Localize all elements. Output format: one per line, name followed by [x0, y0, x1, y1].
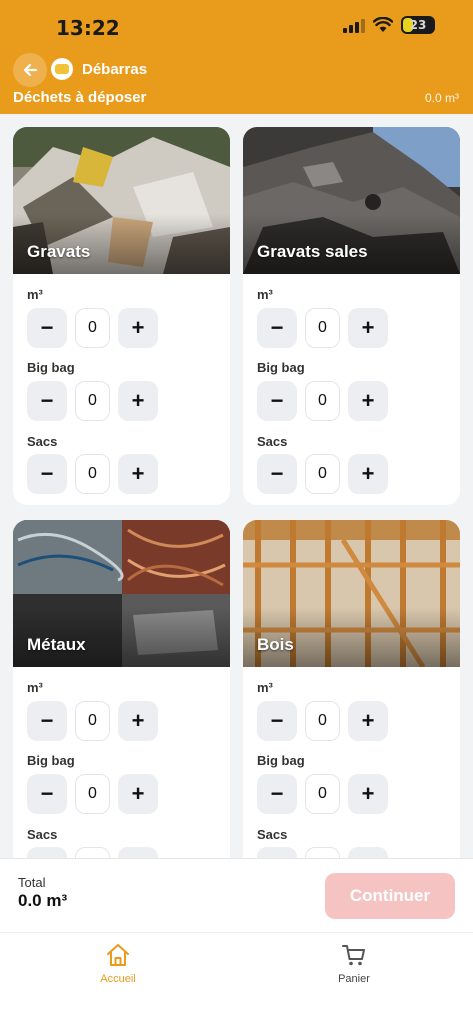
- quantity-stepper-big-bag: − 0 +: [257, 774, 388, 814]
- waste-card-title: Gravats: [27, 242, 91, 261]
- unit-label-big-bag: Big bag: [257, 360, 305, 375]
- quantity-stepper-m3: − 0 +: [27, 701, 158, 741]
- waste-card-title: Métaux: [27, 635, 86, 654]
- unit-label-sacs: Sacs: [257, 827, 288, 842]
- quantity-stepper-sacs: − 0 +: [257, 454, 388, 494]
- increment-button[interactable]: +: [118, 308, 158, 348]
- signal-icon: [343, 17, 365, 33]
- unit-label-m3: m³: [27, 680, 43, 695]
- quantity-stepper-big-bag: − 0 +: [27, 774, 158, 814]
- unit-label-big-bag: Big bag: [27, 360, 75, 375]
- app-header: 13:22 23 Débarras Déchets à déposer 0.0 …: [0, 0, 473, 114]
- increment-button[interactable]: +: [118, 774, 158, 814]
- quantity-stepper-m3: − 0 +: [27, 308, 158, 348]
- home-icon: [107, 944, 129, 966]
- quantity-value[interactable]: 0: [75, 381, 110, 421]
- waste-card-metaux: Métaux m³ − 0 + Big bag − 0 + Sacs − 0 +: [13, 520, 230, 858]
- page-title: Débarras: [82, 61, 148, 78]
- tab-label: Accueil: [100, 973, 136, 985]
- decrement-button[interactable]: −: [257, 454, 297, 494]
- unit-label-big-bag: Big bag: [27, 753, 75, 768]
- unit-label-m3: m³: [27, 287, 43, 302]
- unit-label-sacs: Sacs: [27, 434, 58, 449]
- quantity-value[interactable]: 0: [305, 774, 340, 814]
- continue-button[interactable]: Continuer: [325, 873, 455, 919]
- tab-label: Panier: [338, 973, 370, 985]
- quantity-stepper-sacs: − 0 +: [257, 847, 388, 858]
- waste-card-bois: Bois m³ − 0 + Big bag − 0 + Sacs − 0 +: [243, 520, 460, 858]
- decrement-button[interactable]: −: [27, 847, 67, 858]
- status-time: 13:22: [56, 16, 120, 40]
- increment-button[interactable]: +: [348, 847, 388, 858]
- quantity-value[interactable]: 0: [75, 308, 110, 348]
- order-summary-bar: Total 0.0 m³ Continuer: [0, 858, 473, 932]
- quantity-value[interactable]: 0: [75, 847, 110, 858]
- increment-button[interactable]: +: [118, 701, 158, 741]
- page-subtitle: Déchets à déposer: [13, 89, 147, 106]
- decrement-button[interactable]: −: [27, 308, 67, 348]
- increment-button[interactable]: +: [348, 381, 388, 421]
- waste-card-title: Bois: [257, 635, 294, 654]
- decrement-button[interactable]: −: [27, 701, 67, 741]
- total-label: Total: [18, 875, 46, 890]
- quantity-stepper-sacs: − 0 +: [27, 847, 158, 858]
- decrement-button[interactable]: −: [257, 847, 297, 858]
- tab-accueil[interactable]: Accueil: [58, 941, 178, 985]
- unit-label-m3: m³: [257, 680, 273, 695]
- decrement-button[interactable]: −: [257, 774, 297, 814]
- quantity-stepper-big-bag: − 0 +: [27, 381, 158, 421]
- increment-button[interactable]: +: [348, 774, 388, 814]
- increment-button[interactable]: +: [118, 847, 158, 858]
- total-value: 0.0 m³: [18, 891, 68, 910]
- quantity-stepper-m3: − 0 +: [257, 701, 388, 741]
- wifi-icon: [373, 17, 393, 32]
- arrow-left-icon: [23, 63, 38, 77]
- waste-grid: Gravats m³ − 0 + Big bag − 0 + Sacs − 0 …: [0, 114, 473, 858]
- quantity-value[interactable]: 0: [305, 381, 340, 421]
- decrement-button[interactable]: −: [257, 701, 297, 741]
- quantity-value[interactable]: 0: [305, 308, 340, 348]
- quantity-value[interactable]: 0: [75, 774, 110, 814]
- increment-button[interactable]: +: [118, 454, 158, 494]
- decrement-button[interactable]: −: [257, 308, 297, 348]
- volume-total: 0.0 m³: [424, 91, 459, 105]
- battery-level: 23: [409, 18, 427, 32]
- decrement-button[interactable]: −: [27, 774, 67, 814]
- quantity-value[interactable]: 0: [305, 847, 340, 858]
- decrement-button[interactable]: −: [27, 454, 67, 494]
- unit-label-m3: m³: [257, 287, 273, 302]
- decrement-button[interactable]: −: [257, 381, 297, 421]
- tab-panier[interactable]: Panier: [294, 941, 414, 985]
- unit-label-big-bag: Big bag: [257, 753, 305, 768]
- increment-button[interactable]: +: [348, 701, 388, 741]
- quantity-stepper-m3: − 0 +: [257, 308, 388, 348]
- increment-button[interactable]: +: [348, 308, 388, 348]
- cart-icon: [342, 945, 365, 966]
- decrement-button[interactable]: −: [27, 381, 67, 421]
- battery-icon: 23: [401, 16, 435, 34]
- unit-label-sacs: Sacs: [257, 434, 288, 449]
- company-logo: [51, 58, 73, 80]
- waste-card-gravats: Gravats m³ − 0 + Big bag − 0 + Sacs − 0 …: [13, 127, 230, 505]
- increment-button[interactable]: +: [118, 381, 158, 421]
- back-button[interactable]: [13, 53, 47, 87]
- quantity-value[interactable]: 0: [305, 454, 340, 494]
- status-icons: 23: [343, 16, 435, 34]
- waste-card-title: Gravats sales: [257, 242, 368, 261]
- increment-button[interactable]: +: [348, 454, 388, 494]
- bottom-tab-bar: Accueil Panier: [0, 932, 473, 1024]
- quantity-stepper-sacs: − 0 +: [27, 454, 158, 494]
- waste-card-gravats-sales: Gravats sales m³ − 0 + Big bag − 0 + Sac…: [243, 127, 460, 505]
- quantity-stepper-big-bag: − 0 +: [257, 381, 388, 421]
- quantity-value[interactable]: 0: [305, 701, 340, 741]
- quantity-value[interactable]: 0: [75, 701, 110, 741]
- quantity-value[interactable]: 0: [75, 454, 110, 494]
- unit-label-sacs: Sacs: [27, 827, 58, 842]
